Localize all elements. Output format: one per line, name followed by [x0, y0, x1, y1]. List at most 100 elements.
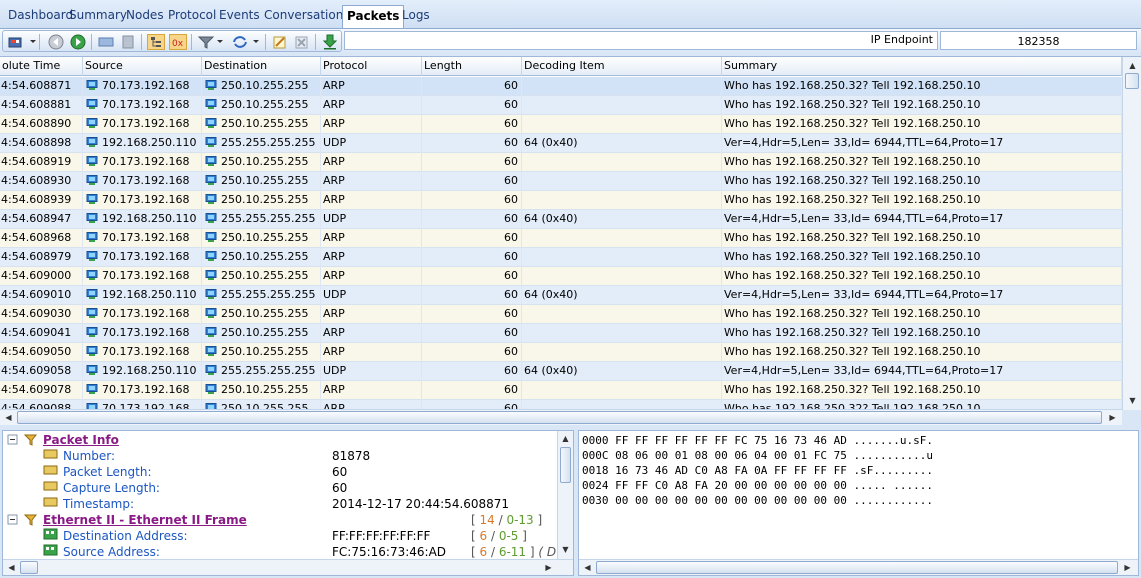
- packet-info-heading[interactable]: Packet Info: [43, 432, 119, 448]
- edit-icon[interactable]: [271, 34, 289, 50]
- cell-time-text: 4:54.609000: [1, 269, 72, 282]
- collapse-icon[interactable]: [7, 514, 23, 526]
- hex-view-icon[interactable]: 0x: [169, 34, 187, 50]
- capture-settings-icon[interactable]: [7, 34, 25, 50]
- packet-info-icon: [23, 433, 39, 446]
- column-header-time[interactable]: olute Time: [0, 57, 83, 76]
- ip-endpoint-value[interactable]: 182358: [940, 31, 1137, 50]
- host-icon: [86, 79, 99, 90]
- cell-decoding-item: [522, 191, 722, 210]
- scroll-thumb[interactable]: [20, 561, 38, 574]
- table-row[interactable]: 4:54.609030 70.173.192.168 250.10.255.255 A…: [0, 305, 1122, 324]
- cell-source: 70.173.192.168: [83, 267, 202, 286]
- filter-icon[interactable]: [197, 34, 215, 50]
- scroll-right-icon[interactable]: ▶: [541, 561, 556, 575]
- detail-vertical-scrollbar[interactable]: ▲ ▼: [557, 431, 573, 559]
- table-row[interactable]: 4:54.608881 70.173.192.168 250.10.255.255 A…: [0, 96, 1122, 115]
- scroll-thumb[interactable]: [1125, 73, 1139, 89]
- table-row[interactable]: 4:54.609058 192.168.250.110 255.255.255.25…: [0, 362, 1122, 381]
- refresh-options-icon[interactable]: [231, 34, 249, 50]
- refresh-dropdown-icon[interactable]: [253, 40, 259, 43]
- table-row[interactable]: 4:54.609000 70.173.192.168 250.10.255.255 A…: [0, 267, 1122, 286]
- cell-time-text: 4:54.608890: [1, 117, 72, 130]
- cell-time-text: 4:54.608979: [1, 250, 72, 263]
- table-row[interactable]: 4:54.608939 70.173.192.168 250.10.255.255 A…: [0, 191, 1122, 210]
- scroll-down-icon[interactable]: ▼: [1125, 394, 1140, 408]
- packet-detail-panel: Packet Info Number: 81878 Packet Length:…: [2, 430, 574, 576]
- table-row[interactable]: 4:54.608947 192.168.250.110 255.255.255.25…: [0, 210, 1122, 229]
- cell-summary: Who has 192.168.250.32? Tell 192.168.250…: [722, 267, 1122, 286]
- scroll-left-icon[interactable]: ◀: [4, 561, 19, 575]
- table-row[interactable]: 4:54.608930 70.173.192.168 250.10.255.255 A…: [0, 172, 1122, 191]
- column-header-length[interactable]: Length: [422, 57, 522, 76]
- column-header-destination[interactable]: Destination: [202, 57, 321, 76]
- tab-events[interactable]: Events: [215, 7, 264, 27]
- tree-view-icon[interactable]: [147, 34, 165, 50]
- capture-settings-dropdown-icon[interactable]: [30, 40, 36, 43]
- scroll-left-icon[interactable]: ◀: [580, 561, 595, 575]
- cell-time: 4:54.608939: [0, 191, 83, 210]
- range-length: 6: [479, 529, 488, 543]
- stop-icon[interactable]: [119, 34, 137, 50]
- hex-horizontal-scrollbar[interactable]: ◀ ▶: [579, 559, 1138, 575]
- grid-horizontal-scrollbar[interactable]: ◀ ▶: [0, 409, 1122, 425]
- table-row[interactable]: 4:54.609010 192.168.250.110 255.255.255.25…: [0, 286, 1122, 305]
- tab-nodes[interactable]: Nodes: [122, 7, 168, 27]
- scroll-up-icon[interactable]: ▲: [558, 432, 573, 446]
- clear-icon[interactable]: [293, 34, 311, 50]
- host-icon: [86, 307, 99, 318]
- cell-source: 70.173.192.168: [83, 305, 202, 324]
- ethernet-frame-heading[interactable]: Ethernet II - Ethernet II Frame: [43, 512, 247, 528]
- column-header-summary[interactable]: Summary: [722, 57, 1122, 76]
- scroll-right-icon[interactable]: ▶: [1120, 561, 1135, 575]
- collapse-icon[interactable]: [7, 434, 23, 446]
- table-row[interactable]: 4:54.608890 70.173.192.168 250.10.255.255 A…: [0, 115, 1122, 134]
- scroll-thumb[interactable]: [596, 561, 1118, 574]
- cell-source-text: 70.173.192.168: [102, 250, 190, 263]
- table-row[interactable]: 4:54.609050 70.173.192.168 250.10.255.255 A…: [0, 343, 1122, 362]
- tab-conversations[interactable]: Conversations: [260, 7, 354, 27]
- table-row[interactable]: 4:54.608871 70.173.192.168 250.10.255.255 A…: [0, 77, 1122, 96]
- back-icon[interactable]: [47, 34, 65, 50]
- cell-source: 192.168.250.110: [83, 286, 202, 305]
- host-icon: [86, 193, 99, 204]
- scroll-left-icon[interactable]: ◀: [1, 411, 16, 425]
- view-pane-icon[interactable]: [97, 34, 115, 50]
- cell-source-text: 70.173.192.168: [102, 193, 190, 206]
- cell-summary-text: Who has 192.168.250.32? Tell 192.168.250…: [724, 383, 981, 396]
- table-row[interactable]: 4:54.608919 70.173.192.168 250.10.255.255 A…: [0, 153, 1122, 172]
- table-row[interactable]: 4:54.608898 192.168.250.110 255.255.255.25…: [0, 134, 1122, 153]
- column-header-protocol[interactable]: Protocol: [321, 57, 422, 76]
- scroll-up-icon[interactable]: ▲: [1125, 59, 1140, 73]
- table-row[interactable]: 4:54.608968 70.173.192.168 250.10.255.255 A…: [0, 229, 1122, 248]
- cell-time: 4:54.608919: [0, 153, 83, 172]
- tab-packets[interactable]: Packets: [342, 5, 405, 28]
- scroll-thumb[interactable]: [17, 411, 1102, 424]
- cell-summary-text: Who has 192.168.250.32? Tell 192.168.250…: [724, 307, 981, 320]
- filter-dropdown-icon[interactable]: [217, 40, 223, 43]
- cell-source-text: 70.173.192.168: [102, 345, 190, 358]
- cell-source: 192.168.250.110: [83, 134, 202, 153]
- cell-protocol-text: ARP: [323, 174, 345, 187]
- download-icon[interactable]: [321, 34, 339, 50]
- scroll-right-icon[interactable]: ▶: [1105, 411, 1120, 425]
- column-header-decoding-item[interactable]: Decoding Item: [522, 57, 722, 76]
- toolbar-separator: [265, 34, 266, 50]
- tab-logs[interactable]: Logs: [398, 7, 434, 27]
- table-row[interactable]: 4:54.608979 70.173.192.168 250.10.255.255 A…: [0, 248, 1122, 267]
- tab-protocol[interactable]: Protocol: [164, 7, 220, 27]
- detail-horizontal-scrollbar[interactable]: ◀ ▶: [3, 559, 573, 575]
- table-row[interactable]: 4:54.609078 70.173.192.168 250.10.255.255 A…: [0, 381, 1122, 400]
- scroll-down-icon[interactable]: ▼: [558, 543, 573, 557]
- cell-destination-text: 255.255.255.255: [221, 136, 316, 149]
- column-header-source[interactable]: Source: [83, 57, 202, 76]
- grid-vertical-scrollbar[interactable]: ▲ ▼: [1122, 57, 1141, 410]
- cell-destination: 250.10.255.255: [202, 248, 321, 267]
- host-icon: [205, 326, 218, 337]
- cell-time-text: 4:54.609058: [1, 364, 72, 377]
- scroll-thumb[interactable]: [560, 447, 571, 483]
- forward-icon[interactable]: [69, 34, 87, 50]
- cell-protocol: UDP: [321, 210, 422, 229]
- cell-destination: 250.10.255.255: [202, 172, 321, 191]
- table-row[interactable]: 4:54.609041 70.173.192.168 250.10.255.255 A…: [0, 324, 1122, 343]
